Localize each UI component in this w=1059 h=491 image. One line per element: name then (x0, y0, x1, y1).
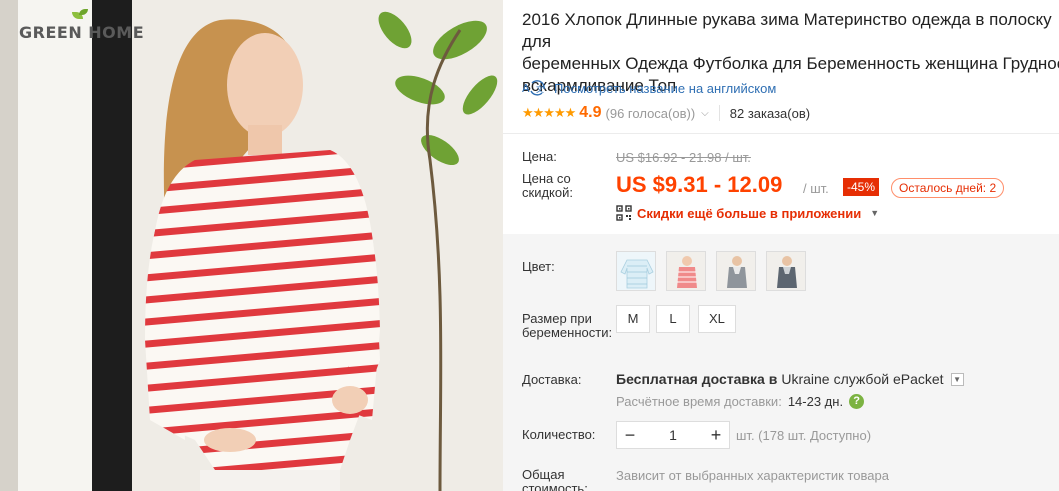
discounted-price: US $9.31 - 12.09 (616, 172, 783, 197)
color-swatch-grey[interactable] (716, 251, 756, 291)
total-label: Общая стоимость: (522, 467, 588, 491)
caret-down-icon: ▼ (870, 208, 880, 218)
translate-icon: A 文 (522, 80, 546, 96)
orders-count: 82 заказа(ов) (729, 105, 811, 121)
swatch-image (717, 252, 755, 290)
color-swatch-pink[interactable] (666, 251, 706, 291)
quantity-label: Количество: (522, 427, 596, 442)
size-option-xl[interactable]: XL (698, 305, 736, 333)
price-unit: / шт. (803, 181, 829, 196)
shipping-service: службой ePacket (833, 371, 944, 387)
quantity-stepper: − + (616, 421, 730, 449)
size-option-l[interactable]: L (656, 305, 690, 333)
color-swatch-dark-grey[interactable] (766, 251, 806, 291)
shipping-estimate: Расчётное время доставки: 14-23 дн. ? (616, 394, 865, 409)
app-discount-link[interactable]: Скидки ещё больше в приложении ▼ (616, 205, 879, 221)
plus-icon[interactable]: + (703, 422, 729, 448)
divider (718, 105, 720, 121)
original-price: US $16.92 - 21.98 / шт. (616, 150, 751, 165)
watermark-text: GREEN HOME (19, 23, 145, 42)
photo-illustration (0, 0, 503, 491)
rating-row: ★★★★★ 4.9 (96 голоса(ов)) ⌵ 82 заказа(ов… (522, 104, 810, 122)
color-swatch-white[interactable] (616, 251, 656, 291)
svg-text:文: 文 (536, 84, 544, 94)
rating-stars-icon: ★★★★★ (522, 105, 576, 120)
discount-price-label: Цена со скидкой: (522, 171, 573, 200)
shipping-method[interactable]: Бесплатная доставка в Ukraine службой eP… (616, 371, 964, 387)
quantity-input[interactable] (643, 427, 703, 443)
product-photo[interactable]: GREEN HOME (0, 0, 503, 491)
color-label: Цвет: (522, 259, 555, 274)
swatch-image (667, 252, 705, 290)
product-info-panel: 2016 Хлопок Длинные рукава зима Материнс… (503, 0, 1059, 491)
chevron-down-icon[interactable]: ▼ (950, 372, 964, 386)
svg-text:A: A (522, 82, 530, 95)
qr-code-icon (616, 205, 632, 221)
shipping-country: Ukraine (781, 371, 830, 387)
translate-link-text: Посмотреть название на английском (554, 80, 777, 96)
shipping-estimate-label: Расчётное время доставки: (616, 394, 782, 409)
divider (503, 133, 1059, 134)
app-discount-text: Скидки ещё больше в приложении (637, 205, 862, 221)
total-value: Зависит от выбранных характеристик товар… (616, 468, 889, 483)
chevron-down-icon[interactable]: ⌵ (701, 108, 709, 119)
shipping-label: Доставка: (522, 372, 582, 387)
discount-badge: -45% (843, 178, 880, 196)
shipping-free-text: Бесплатная доставка в (616, 371, 778, 387)
size-option-m[interactable]: M (616, 305, 650, 333)
translate-title-link[interactable]: A 文 Посмотреть название на английском (522, 80, 776, 96)
days-left-badge: Осталось дней: 2 (891, 178, 1005, 198)
help-icon[interactable]: ? (849, 394, 865, 409)
swatch-image (767, 252, 805, 290)
shipping-estimate-days: 14-23 дн. (787, 394, 844, 409)
size-label: Размер при беременности: (522, 311, 613, 340)
votes-link[interactable]: (96 голоса(ов)) (606, 106, 696, 121)
rating-value: 4.9 (579, 104, 602, 121)
price-label: Цена: (522, 149, 557, 164)
brand-watermark: GREEN HOME (19, 9, 145, 42)
minus-icon[interactable]: − (617, 422, 643, 448)
swatch-image (617, 252, 655, 290)
stock-available: шт. (178 шт. Доступно) (736, 428, 872, 443)
